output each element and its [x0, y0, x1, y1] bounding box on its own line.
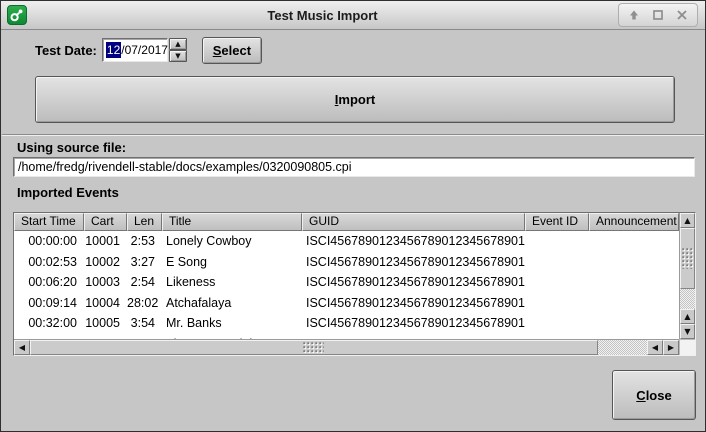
column-header-guid[interactable]: GUID — [302, 213, 525, 231]
table-header: Start TimeCartLenTitleGUIDEvent IDAnnoun… — [14, 213, 679, 231]
cell-cart: 10003 — [84, 275, 127, 289]
import-button[interactable]: Import — [35, 76, 675, 123]
test-date-label: Test Date: — [35, 43, 97, 58]
shade-window-icon[interactable] — [628, 9, 640, 21]
scroll-up-icon[interactable]: ▲ — [680, 213, 695, 228]
source-file-label: Using source file: — [17, 140, 126, 155]
cell-title: Atchafalaya — [162, 296, 302, 310]
cell-start-time: 00:06:20 — [14, 275, 84, 289]
window-controls — [618, 3, 698, 27]
cell-start-time: 00:00:00 — [14, 234, 84, 248]
column-header-announcement[interactable]: Announcement — [589, 213, 679, 231]
titlebar[interactable]: Test Music Import — [1, 1, 705, 30]
select-date-button[interactable]: Select — [202, 37, 262, 64]
date-selected-segment: 12 — [106, 42, 121, 58]
cell-title: Lonely Cowboy — [162, 234, 302, 248]
cell-guid: ISCI4567890123456789012345678901 — [302, 275, 525, 289]
column-header-len[interactable]: Len — [127, 213, 162, 231]
cell-cart: 10004 — [84, 296, 127, 310]
cell-guid: ISCI4567890123456789012345678901 — [302, 296, 525, 310]
cell-cart: 10001 — [84, 234, 127, 248]
spin-down-icon[interactable]: ▼ — [169, 50, 187, 62]
table-row[interactable]: 00:06:20100032:54LikenessISCI45678901234… — [14, 272, 679, 293]
cell-len: 3:54 — [127, 316, 162, 330]
imported-events-table: Start TimeCartLenTitleGUIDEvent IDAnnoun… — [13, 212, 696, 356]
cell-cart: 10005 — [84, 316, 127, 330]
gear-glyph-icon — [9, 7, 25, 23]
cell-len: 28:02 — [127, 296, 162, 310]
table-row[interactable]: 00:02:53100023:27E SongISCI4567890123456… — [14, 252, 679, 273]
column-header-title[interactable]: Title — [162, 213, 302, 231]
scroll-right-icon[interactable]: ▶ — [663, 340, 679, 355]
cell-start-time: 00:32:00 — [14, 316, 84, 330]
table-row[interactable]: 00:00:00100012:53Lonely CowboyISCI456789… — [14, 231, 679, 252]
test-date-value[interactable]: 12/07/2017 — [102, 38, 168, 62]
horizontal-scrollbar[interactable]: ◀ ◀ ▶ — [14, 339, 679, 355]
column-header-cart[interactable]: Cart — [84, 213, 127, 231]
table-row[interactable]: 00:09:141000428:02AtchafalayaISCI4567890… — [14, 293, 679, 314]
vertical-scroll-track[interactable] — [680, 228, 695, 309]
scroll-left-icon[interactable]: ◀ — [647, 340, 663, 355]
thumb-grip-icon — [303, 342, 324, 353]
test-date-row: Test Date: 12/07/2017 ▲ ▼ Select — [35, 36, 262, 64]
thumb-grip-icon — [682, 248, 693, 269]
imported-events-label: Imported Events — [17, 185, 119, 200]
vertical-scrollbar[interactable]: ▲ ▲ ▼ — [679, 213, 695, 339]
column-header-start-time[interactable]: Start Time — [14, 213, 84, 231]
cell-len: 3:27 — [127, 255, 162, 269]
table-main: Start TimeCartLenTitleGUIDEvent IDAnnoun… — [14, 213, 679, 339]
cell-guid: ISCI4567890123456789012345678901 — [302, 234, 525, 248]
date-remainder: /07/2017 — [121, 43, 168, 57]
scroll-up-icon[interactable]: ▲ — [680, 309, 695, 324]
spin-up-icon[interactable]: ▲ — [169, 38, 187, 50]
cell-title: E Song — [162, 255, 302, 269]
test-music-import-window: Test Music Import Test Date: 12/07/2017 … — [0, 0, 706, 432]
vertical-scroll-thumb[interactable] — [680, 228, 695, 289]
cell-title: Likeness — [162, 275, 302, 289]
date-spin-buttons: ▲ ▼ — [169, 38, 187, 62]
close-button[interactable]: Close — [612, 370, 696, 420]
cell-len: 2:54 — [127, 275, 162, 289]
cell-guid: ISCI4567890123456789012345678901 — [302, 255, 525, 269]
cell-cart: 10002 — [84, 255, 127, 269]
scroll-left-icon[interactable]: ◀ — [14, 340, 30, 355]
window-title: Test Music Import — [27, 8, 618, 23]
maximize-window-icon[interactable] — [652, 9, 664, 21]
source-file-path-field[interactable]: /home/fredg/rivendell-stable/docs/exampl… — [13, 157, 695, 177]
scrollbar-corner — [679, 339, 695, 355]
close-window-icon[interactable] — [676, 9, 688, 21]
table-body: 00:00:00100012:53Lonely CowboyISCI456789… — [14, 231, 679, 339]
cell-title: Mr. Banks — [162, 316, 302, 330]
rivendell-app-icon[interactable] — [7, 5, 27, 25]
horizontal-scroll-track[interactable] — [30, 340, 647, 355]
cell-len: 2:53 — [127, 234, 162, 248]
horizontal-scroll-thumb[interactable] — [30, 340, 598, 355]
column-header-event-id[interactable]: Event ID — [525, 213, 589, 231]
cell-start-time: 00:02:53 — [14, 255, 84, 269]
cell-start-time: 00:09:14 — [14, 296, 84, 310]
table-row[interactable]: 00:32:00100053:54Mr. BanksISCI4567890123… — [14, 313, 679, 334]
cell-guid: ISCI4567890123456789012345678901 — [302, 316, 525, 330]
scroll-down-icon[interactable]: ▼ — [680, 324, 695, 339]
test-date-spinbox[interactable]: 12/07/2017 ▲ ▼ — [102, 38, 187, 62]
horizontal-divider — [2, 134, 704, 136]
